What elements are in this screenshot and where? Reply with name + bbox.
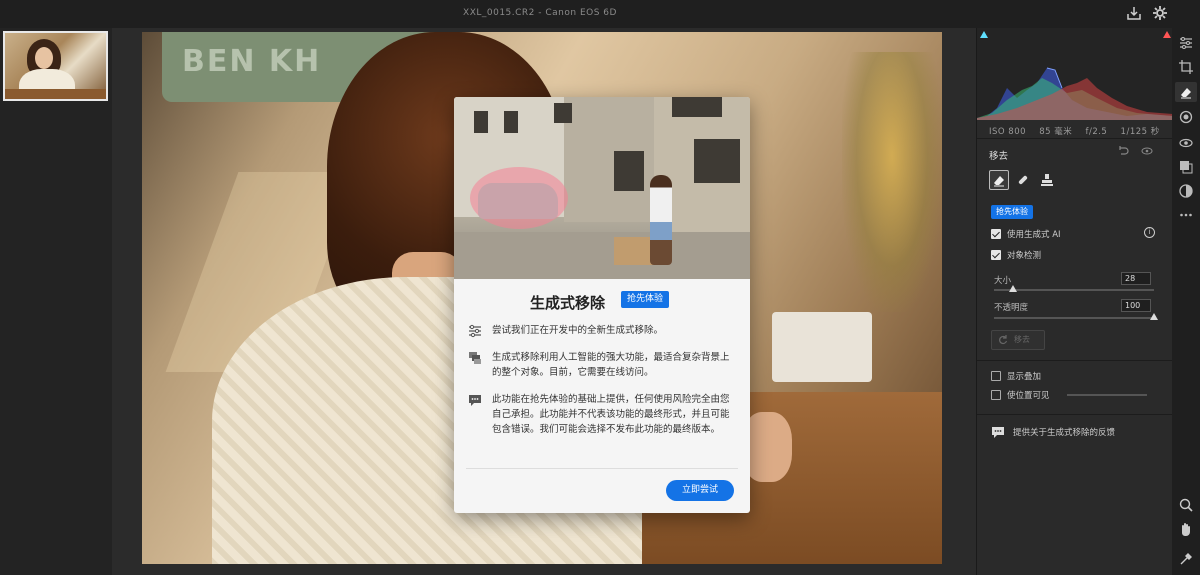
feedback-link[interactable]: 提供关于生成式移除的反馈	[1013, 426, 1115, 438]
dialog-divider	[466, 468, 738, 469]
info-item-text: 尝试我们正在开发中的全新生成式移除。	[492, 325, 664, 336]
edit-panel: ISO 800 85 毫米 f/2.5 1/125 秒 移去 抢先体验 使用生成…	[976, 28, 1173, 575]
opacity-slider-thumb[interactable]	[1150, 313, 1158, 320]
info-item: 生成式移除利用人工智能的强大功能，最适合复杂背景上的整个对象。目前，它需要在线访…	[454, 350, 750, 380]
try-now-button[interactable]: 立即尝试	[666, 480, 734, 501]
layers-icon	[468, 351, 482, 365]
eraser-tool-icon[interactable]	[989, 170, 1009, 190]
info-icon[interactable]: i	[1144, 227, 1155, 238]
remove-button-label: 移去	[1014, 335, 1030, 344]
panel-divider	[977, 360, 1173, 361]
chat-icon	[468, 393, 482, 407]
document-title: XXL_0015.CR2 - Canon EOS 6D	[463, 8, 617, 18]
show-overlay-label: 显示叠加	[1007, 372, 1042, 382]
photo-editor-app: XXL_0015.CR2 - Canon EOS 6D BEN KH 生成式移除…	[0, 0, 1200, 575]
masking-icon[interactable]	[1179, 110, 1193, 124]
exif-shutter-speed: 1/125 秒	[1120, 127, 1160, 137]
zoom-icon[interactable]	[1179, 498, 1193, 512]
title-bar: XXL_0015.CR2 - Canon EOS 6D	[0, 0, 1200, 28]
red-eye-icon[interactable]	[1179, 136, 1193, 150]
photo-thumbnail[interactable]	[3, 31, 108, 101]
early-access-badge: 抢先体验	[991, 205, 1033, 219]
info-item: 尝试我们正在开发中的全新生成式移除。	[454, 323, 750, 338]
show-overlay-checkbox[interactable]	[991, 371, 1001, 381]
tool-strip	[1172, 28, 1200, 575]
edit-sliders-icon[interactable]	[1179, 36, 1193, 50]
panel-divider	[977, 414, 1173, 415]
info-item-text: 此功能在抢先体验的基础上提供，任何使用风险完全由您自己承担。此功能并不代表该功能…	[492, 394, 730, 435]
filmstrip	[0, 28, 112, 575]
dialog-preview-image	[454, 97, 750, 279]
bandage-tool-icon[interactable]	[1013, 170, 1033, 190]
opacity-value-input[interactable]: 100	[1121, 299, 1151, 312]
presets-icon[interactable]	[1179, 160, 1193, 174]
opacity-slider-track[interactable]	[994, 317, 1154, 319]
sliders-icon	[468, 324, 482, 338]
export-icon[interactable]	[1126, 5, 1144, 23]
exif-aperture: f/2.5	[1085, 127, 1108, 137]
early-access-badge: 抢先体验	[621, 291, 670, 308]
eye-icon[interactable]	[1141, 146, 1153, 159]
visualize-spots-checkbox[interactable]	[991, 390, 1001, 400]
feedback-icon[interactable]	[991, 424, 1005, 443]
sign-text: BEN KH	[182, 44, 322, 79]
crop-icon[interactable]	[1179, 60, 1193, 74]
refresh-icon	[999, 335, 1008, 345]
reset-icon[interactable]	[1117, 146, 1129, 159]
eraser-icon[interactable]	[1179, 85, 1193, 99]
histogram	[977, 28, 1173, 120]
opacity-label: 不透明度	[994, 303, 1029, 313]
object-detection-label: 对象检测	[1007, 251, 1042, 261]
stamp-tool-icon[interactable]	[1037, 170, 1057, 190]
size-slider-track[interactable]	[994, 289, 1154, 291]
info-item: 此功能在抢先体验的基础上提供，任何使用风险完全由您自己承担。此功能并不代表该功能…	[454, 392, 750, 437]
visualize-spots-slider[interactable]	[1067, 394, 1147, 396]
size-value-input[interactable]: 28	[1121, 272, 1151, 285]
exif-iso: ISO 800	[989, 127, 1027, 137]
use-generative-ai-checkbox[interactable]	[991, 229, 1001, 239]
remove-button[interactable]: 移去	[991, 330, 1045, 350]
remove-section-title: 移去	[989, 151, 1009, 162]
generative-remove-dialog: 生成式移除 抢先体验 尝试我们正在开发中的全新生成式移除。 生成式移除利用人工智…	[454, 97, 750, 513]
object-detection-checkbox[interactable]	[991, 250, 1001, 260]
color-circle-icon[interactable]	[1179, 184, 1193, 198]
exif-focal-length: 85 毫米	[1039, 127, 1073, 137]
exif-info: ISO 800 85 毫米 f/2.5 1/125 秒	[989, 125, 1170, 137]
use-generative-ai-label: 使用生成式 AI	[1007, 230, 1061, 240]
dialog-title: 生成式移除	[530, 294, 606, 312]
eyedropper-icon[interactable]	[1179, 552, 1193, 566]
shadow-clipping-icon[interactable]	[980, 31, 988, 38]
more-icon[interactable]	[1179, 208, 1193, 222]
info-item-text: 生成式移除利用人工智能的强大功能，最适合复杂背景上的整个对象。目前，它需要在线访…	[492, 352, 730, 378]
gear-icon[interactable]	[1152, 5, 1170, 23]
visualize-spots-label: 使位置可见	[1007, 391, 1050, 401]
panel-divider	[977, 138, 1173, 139]
highlight-clipping-icon[interactable]	[1163, 31, 1171, 38]
size-slider-thumb[interactable]	[1009, 285, 1018, 292]
hand-icon[interactable]	[1179, 522, 1193, 536]
